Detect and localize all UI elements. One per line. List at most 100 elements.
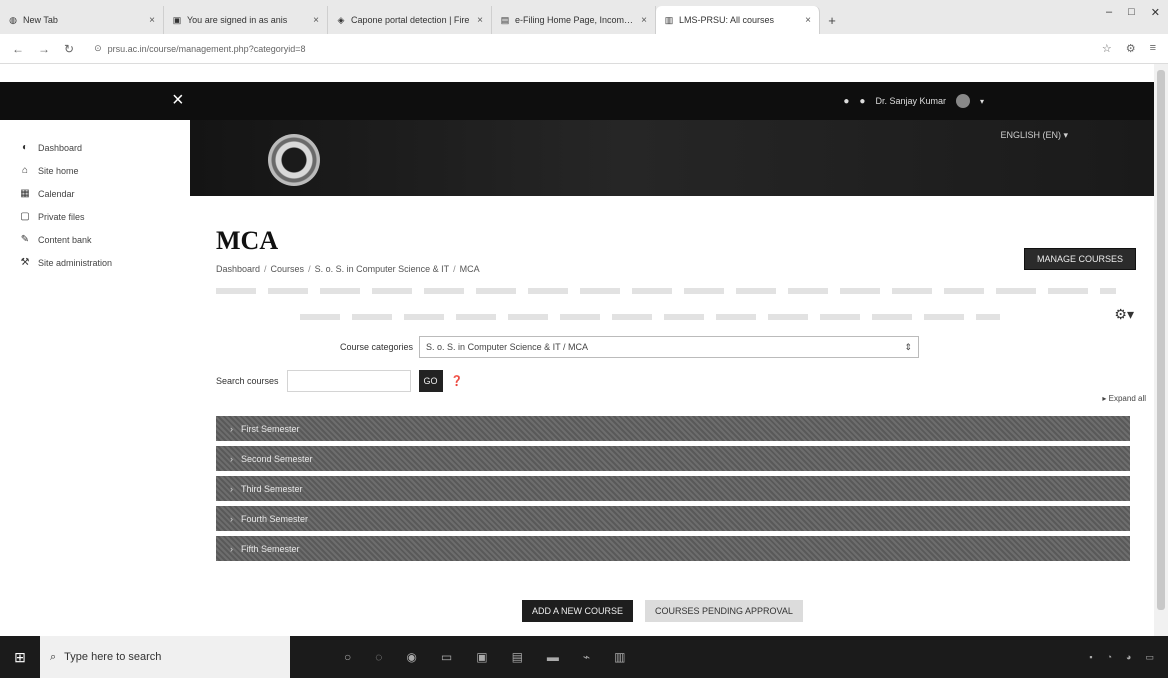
category-list: › First Semester › Second Semester › Thi…	[216, 416, 1130, 566]
breadcrumb-link[interactable]: Dashboard	[216, 264, 260, 274]
category-item[interactable]: › Fourth Semester	[216, 506, 1130, 531]
browser-tab[interactable]: ▤ e-Filing Home Page, Income T ×	[492, 6, 656, 34]
lock-icon: ⊙	[94, 43, 102, 53]
search-row: Search courses GO ❓	[216, 370, 463, 392]
drawer-item-content-bank[interactable]: ✎ Content bank	[0, 228, 190, 251]
breadcrumb-separator: /	[453, 264, 456, 274]
drawer-item-dashboard[interactable]: ◐ Dashboard	[0, 136, 190, 159]
edge-icon[interactable]: ◌	[375, 650, 382, 664]
browser-tab[interactable]: ▣ You are signed in as anis ×	[164, 6, 328, 34]
breadcrumb-link[interactable]: Courses	[271, 264, 305, 274]
back-icon[interactable]: ←	[12, 42, 24, 56]
chrome-icon[interactable]: ◉	[406, 650, 416, 664]
explorer-icon[interactable]: ▭	[441, 650, 452, 664]
chevron-down-icon[interactable]: ▾	[980, 97, 984, 106]
breadcrumb-link[interactable]: S. o. S. in Computer Science & IT	[315, 264, 450, 274]
user-name[interactable]: Dr. Sanjay Kumar	[875, 96, 946, 106]
minimize-icon[interactable]: –	[1106, 6, 1112, 19]
address-bar: ← → ↻ ⊙ prsu.ac.in/course/management.php…	[0, 34, 1168, 64]
breadcrumb-current[interactable]: MCA	[460, 264, 480, 274]
category-item[interactable]: › Fifth Semester	[216, 536, 1130, 561]
browser-tab-active[interactable]: ▥ LMS-PRSU: All courses ×	[656, 6, 820, 34]
maximize-icon[interactable]: □	[1128, 6, 1135, 19]
breadcrumb: Dashboard / Courses / S. o. S. in Comput…	[216, 264, 480, 274]
app-icon[interactable]: ⌁	[583, 650, 590, 664]
mail-icon[interactable]: ▤	[512, 650, 523, 664]
course-categories-label: Course categories	[340, 342, 414, 352]
breadcrumb-separator: /	[264, 264, 267, 274]
network-icon[interactable]: ◔	[1107, 652, 1112, 663]
page-icon: ▤	[500, 14, 510, 25]
help-icon[interactable]: ❓	[451, 376, 463, 387]
avatar[interactable]	[955, 94, 970, 108]
manage-courses-button[interactable]: MANAGE COURSES	[1023, 248, 1136, 270]
drawer-item-site-home[interactable]: ⌂ Site home	[0, 159, 190, 182]
search-icon: ⌕	[50, 650, 57, 663]
category-item[interactable]: › First Semester	[216, 416, 1130, 441]
content-bank-icon: ✎	[20, 234, 30, 245]
dashboard-icon: ◐	[21, 142, 29, 153]
taskview-icon[interactable]: ○	[344, 650, 351, 664]
bell-icon[interactable]: ●	[843, 96, 849, 107]
browser-tab[interactable]: ◍ New Tab ×	[0, 6, 164, 34]
forward-icon[interactable]: →	[38, 42, 50, 56]
extensions-icon[interactable]: ⚙	[1126, 42, 1136, 55]
windows-start-icon[interactable]: ⊞	[0, 636, 40, 678]
close-window-icon[interactable]: ✕	[1151, 6, 1160, 19]
search-input[interactable]	[286, 370, 411, 392]
url-text: prsu.ac.in/course/management.php?categor…	[107, 43, 306, 54]
file-icon: ▢	[20, 211, 30, 222]
app-icon[interactable]: ▬	[547, 650, 559, 664]
close-tab-icon[interactable]: ×	[313, 15, 319, 26]
page: × ● ● Dr. Sanjay Kumar ▾ ◐ Dashboard ⌂ S…	[0, 64, 1168, 636]
app-icon[interactable]: ▥	[614, 650, 625, 664]
browser-tab[interactable]: ◈ Capone portal detection | Fire ×	[328, 6, 492, 34]
top-navbar: × ● ● Dr. Sanjay Kumar ▾	[0, 82, 1154, 120]
tray-icon[interactable]: ▪	[1089, 652, 1092, 663]
volume-icon[interactable]: ◕	[1126, 652, 1131, 663]
scrollbar[interactable]	[1154, 64, 1168, 636]
calendar-icon: ▦	[20, 188, 30, 199]
close-tab-icon[interactable]: ×	[149, 15, 155, 26]
reload-icon[interactable]: ↻	[64, 42, 74, 56]
university-logo	[268, 134, 320, 186]
new-tab-button[interactable]: +	[820, 6, 844, 34]
browser-tabbar: ◍ New Tab × ▣ You are signed in as anis …	[0, 0, 1168, 34]
close-tab-icon[interactable]: ×	[477, 15, 483, 26]
page-icon: ▥	[664, 14, 674, 25]
header-banner: ENGLISH (EN) ▾	[190, 120, 1154, 196]
chevron-right-icon: ›	[230, 483, 233, 494]
search-label: Search courses	[216, 376, 279, 386]
shield-icon: ◈	[337, 14, 345, 25]
star-icon[interactable]: ☆	[1102, 42, 1112, 55]
bottom-actions: ADD A NEW COURSE COURSES PENDING APPROVA…	[522, 600, 803, 622]
language-menu[interactable]: ENGLISH (EN) ▾	[1000, 130, 1068, 141]
drawer-item-private-files[interactable]: ▢ Private files	[0, 205, 190, 228]
url-field[interactable]: ⊙ prsu.ac.in/course/management.php?categ…	[88, 38, 1088, 60]
close-drawer-icon[interactable]: ×	[172, 85, 184, 115]
course-categories-select[interactable]: S. o. S. in Computer Science & IT / MCA …	[419, 336, 920, 358]
divider	[216, 288, 1116, 294]
taskbar-search[interactable]: ⌕ Type here to search	[40, 636, 290, 678]
chat-icon[interactable]: ●	[859, 96, 865, 107]
notification-icon[interactable]: ▭	[1145, 652, 1154, 663]
system-tray: ▪ ◔ ◕ ▭	[1089, 652, 1154, 663]
store-icon[interactable]: ▣	[476, 650, 487, 664]
gear-icon[interactable]: ⚙▾	[1114, 306, 1134, 323]
divider	[300, 314, 1000, 320]
category-item[interactable]: › Second Semester	[216, 446, 1130, 471]
close-tab-icon[interactable]: ×	[805, 15, 811, 26]
drawer-item-site-administration[interactable]: ⚒ Site administration	[0, 251, 190, 274]
main-content: MCA Dashboard / Courses / S. o. S. in Co…	[190, 196, 1154, 636]
expand-all-link[interactable]: ▸ Expand all	[1102, 394, 1146, 403]
drawer-item-calendar[interactable]: ▦ Calendar	[0, 182, 190, 205]
close-tab-icon[interactable]: ×	[641, 15, 647, 26]
scrollbar-thumb[interactable]	[1157, 70, 1165, 610]
category-item[interactable]: › Third Semester	[216, 476, 1130, 501]
window-controls: – □ ✕	[1106, 6, 1160, 19]
courses-pending-approval-button[interactable]: COURSES PENDING APPROVAL	[645, 600, 803, 622]
go-button[interactable]: GO	[418, 370, 443, 392]
add-new-course-button[interactable]: ADD A NEW COURSE	[522, 600, 634, 622]
taskbar-apps: ○ ◌ ◉ ▭ ▣ ▤ ▬ ⌁ ▥	[344, 650, 625, 664]
menu-icon[interactable]: ≡	[1150, 42, 1156, 55]
